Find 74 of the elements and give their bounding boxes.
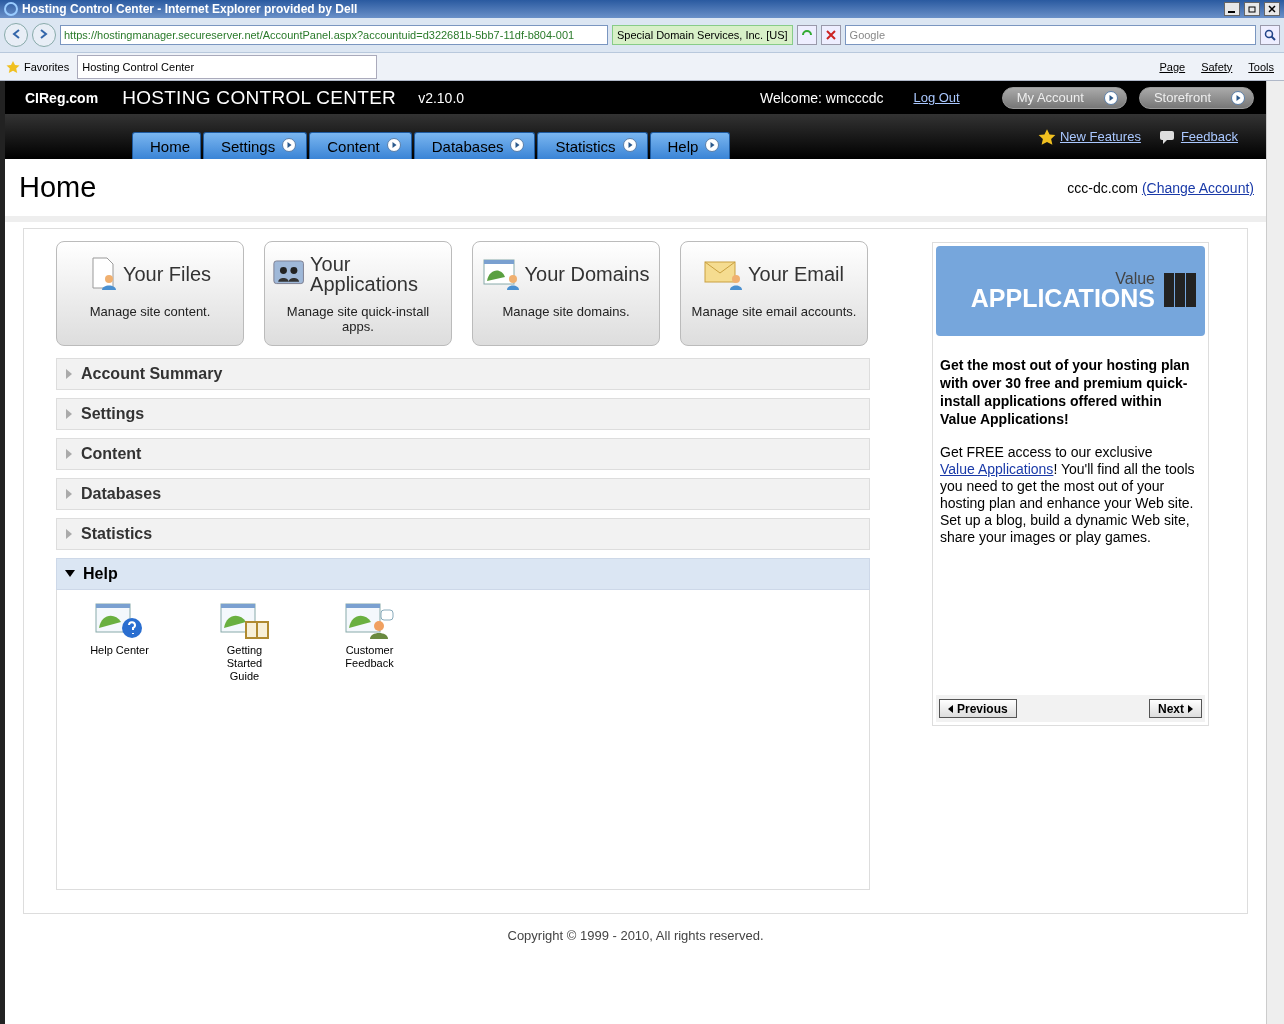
restore-icon [1248, 5, 1256, 13]
help-link[interactable]: Getting Started Guide [182, 602, 307, 683]
version-label: v2.10.0 [418, 89, 465, 106]
stop-button[interactable] [820, 25, 841, 45]
promo-headline: Get the most out of your hosting plan with over 30 free and premium quick-install applications offered within Value Applications! [940, 356, 1191, 428]
speech-bubble-icon [1158, 128, 1177, 145]
refresh-button[interactable] [796, 25, 817, 45]
section-header[interactable]: Help [56, 558, 870, 590]
nav-tab[interactable]: Statistics [537, 132, 648, 159]
section-header[interactable]: Content [56, 438, 870, 470]
promo-text: Get FREE access to our exclusive Value Applications! You'll find all the tools you need to get the most out of your hosting plan and enhance your Web site. Set up a blog, build a dynamic Web site, share your images or play games. [940, 444, 1196, 546]
copyright-text: Copyright © 1999 - 2010, All rights reserved. [506, 928, 765, 943]
nav-tab[interactable]: Content [309, 132, 412, 159]
right-triangle-icon [1188, 704, 1193, 713]
browser-tab[interactable]: Hosting Control Center [77, 54, 378, 79]
feedback-link[interactable]: Feedback [1158, 127, 1238, 146]
browser-person-icon [344, 602, 395, 640]
app-title: HOSTING CONTROL CENTER [122, 86, 397, 109]
close-button[interactable] [1264, 2, 1280, 16]
stop-icon [825, 30, 836, 40]
collapsed-icon [65, 369, 73, 379]
browser-book-icon [219, 602, 270, 640]
welcome-text: Welcome: wmcccdc [760, 89, 884, 106]
change-account-link[interactable]: (Change Account) [1141, 179, 1254, 196]
feature-card[interactable]: Your Domains Manage site domains. [472, 241, 660, 346]
close-icon [1268, 5, 1276, 13]
help-link[interactable]: Help Center [57, 602, 182, 657]
nav-tab[interactable]: Settings [203, 132, 308, 159]
command-menu[interactable]: Page [1155, 60, 1190, 73]
previous-button[interactable]: Previous [939, 699, 1017, 718]
left-triangle-icon [948, 704, 953, 713]
section-header[interactable]: Databases [56, 478, 870, 510]
command-menu[interactable]: Tools [1244, 60, 1278, 73]
minimize-button[interactable] [1224, 2, 1240, 16]
search-icon [1264, 29, 1276, 41]
window-title: Hosting Control Center - Internet Explorer provided by Dell [22, 2, 358, 16]
help-link[interactable]: Customer Feedback [307, 602, 432, 670]
account-domain: ccc-dc.com [1067, 179, 1140, 196]
promo-banner: Value APPLICATIONS [936, 246, 1205, 336]
back-button[interactable] [4, 23, 28, 47]
command-menu[interactable]: Safety [1197, 60, 1237, 73]
browser-question-icon [94, 602, 145, 640]
nav-tab[interactable]: Help [649, 132, 731, 159]
security-label[interactable]: Special Domain Services, Inc. [US] [612, 25, 793, 45]
next-button[interactable]: Next [1149, 699, 1202, 718]
collapsed-icon [65, 529, 73, 539]
forward-button[interactable] [32, 23, 56, 47]
section-header[interactable]: Account Summary [56, 358, 870, 390]
brand-name: CIReg.com [25, 89, 99, 106]
collapsed-icon [65, 409, 73, 419]
feature-card[interactable]: Your Email Manage site email accounts. [680, 241, 868, 346]
collapsed-icon [65, 449, 73, 459]
page-title: Home [19, 171, 98, 204]
section-header[interactable]: Statistics [56, 518, 870, 550]
nav-tab[interactable]: Databases [413, 132, 536, 159]
feature-card[interactable]: Your Files Manage site content. [56, 241, 244, 346]
new-features-link[interactable]: New Features [1038, 127, 1141, 146]
nav-tab[interactable]: Home [132, 132, 201, 159]
restore-button[interactable] [1244, 2, 1260, 16]
collapsed-icon [65, 489, 73, 499]
server-icon [1163, 271, 1197, 309]
search-field[interactable]: Google [844, 25, 1256, 45]
expanded-icon [65, 570, 75, 578]
section-header[interactable]: Settings [56, 398, 870, 430]
address-field[interactable]: https://hostingmanager.secureserver.net/AccountPanel.aspx?accountuid=d322681b-5bb7-11df-b804-001 [60, 25, 608, 45]
logout-link[interactable]: Log Out [913, 90, 960, 105]
browser-logo-icon [4, 2, 18, 16]
feature-card[interactable]: Your Applications Manage site quick-install apps. [264, 241, 452, 346]
scrollbar[interactable] [1266, 81, 1284, 1024]
star-icon [6, 59, 20, 74]
star-icon [1038, 127, 1056, 146]
browser-person-icon [482, 257, 521, 291]
favorites-button[interactable]: Favorites [6, 59, 70, 74]
search-button[interactable] [1260, 25, 1280, 45]
